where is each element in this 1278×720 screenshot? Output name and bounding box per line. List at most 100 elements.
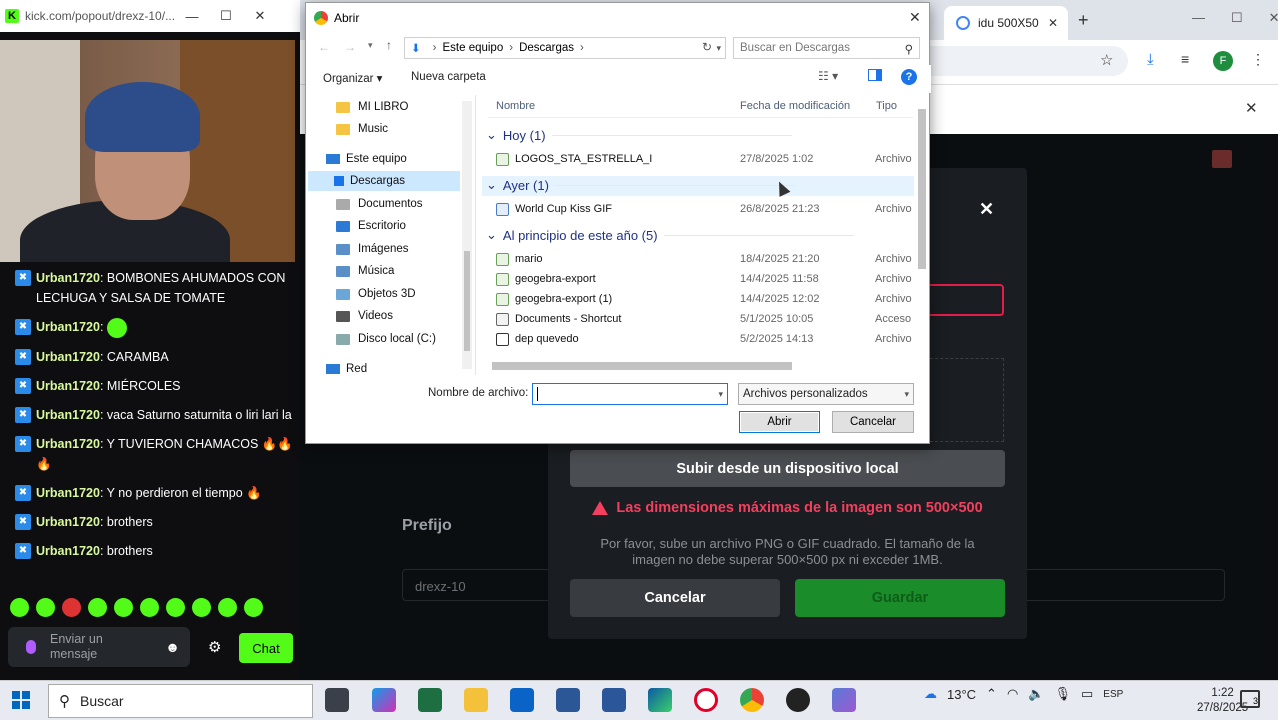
column-type[interactable]: Tipo (876, 100, 897, 112)
maximize-button[interactable]: ☐ (209, 8, 243, 24)
nav-item[interactable]: Music (336, 119, 388, 139)
media-controls-icon[interactable]: ≡ (1181, 51, 1189, 67)
chat-username[interactable]: Urban1720 (36, 408, 100, 422)
file-row[interactable]: mario 18/4/2025 21:20 Archivo (496, 249, 916, 269)
emote-icon[interactable] (10, 598, 29, 617)
outlook-icon[interactable] (510, 688, 534, 712)
open-button[interactable]: Abrir (739, 411, 820, 433)
nav-item[interactable]: Este equipo (326, 149, 407, 169)
file-horizontal-scrollbar[interactable] (482, 359, 914, 373)
browser-tab[interactable]: idu 500X50 ✕ (944, 6, 1068, 40)
recent-locations-icon[interactable]: ▾ (368, 40, 373, 51)
file-row[interactable]: geogebra-export 14/4/2025 11:58 Archivo (496, 269, 916, 289)
store-icon[interactable] (556, 688, 580, 712)
file-vertical-scrollbar[interactable] (915, 95, 929, 357)
file-explorer-icon[interactable] (464, 688, 488, 712)
refresh-icon[interactable]: ↻ (702, 40, 712, 54)
obs-icon[interactable] (786, 688, 810, 712)
emote-icon[interactable] (36, 598, 55, 617)
close-icon[interactable]: ✕ (1245, 99, 1258, 117)
chat-username[interactable]: Urban1720 (36, 515, 100, 529)
weather-icon[interactable]: ☁ (924, 686, 937, 702)
emote-icon[interactable] (218, 598, 237, 617)
chat-username[interactable]: Urban1720 (36, 486, 100, 500)
file-row[interactable]: geogebra-export (1) 14/4/2025 12:02 Archiv… (496, 289, 916, 309)
task-view-icon[interactable] (325, 688, 349, 712)
close-button[interactable]: ✕ (1269, 10, 1278, 26)
up-folder-icon[interactable]: ↑ (386, 38, 392, 52)
profile-avatar[interactable]: F (1213, 51, 1233, 71)
address-bar[interactable] (930, 46, 1128, 76)
wifi-icon[interactable]: ◠ (1007, 686, 1018, 702)
chat-username[interactable]: Urban1720 (36, 271, 100, 285)
temperature[interactable]: 13°C (947, 687, 976, 702)
organize-menu[interactable]: Organizar ▾ (323, 71, 382, 85)
new-tab-button[interactable]: + (1078, 10, 1089, 31)
cancel-button[interactable]: Cancelar (570, 579, 780, 617)
save-button[interactable]: Guardar (795, 579, 1005, 617)
notification-center-icon[interactable]: 3 (1240, 690, 1260, 708)
emote-icon[interactable] (192, 598, 211, 617)
breadcrumb-item[interactable]: Este equipo (442, 42, 503, 54)
chrome-icon[interactable] (740, 688, 764, 712)
chat-username[interactable]: Urban1720 (36, 320, 100, 334)
column-date[interactable]: Fecha de modificación (740, 100, 850, 112)
file-row[interactable]: Documents - Shortcut 5/1/2025 10:05 Acceso (496, 309, 916, 329)
nav-item[interactable]: Documentos (336, 194, 423, 214)
chat-username[interactable]: Urban1720 (36, 350, 100, 364)
excel-icon[interactable] (418, 688, 442, 712)
taskbar-search[interactable]: ⚲ Buscar (48, 684, 313, 718)
new-folder-button[interactable]: Nueva carpeta (411, 71, 486, 83)
gear-icon[interactable]: ⚙ (208, 638, 221, 656)
bookmark-star-icon[interactable]: ☆ (1100, 51, 1113, 69)
forward-icon[interactable]: → (344, 40, 356, 54)
chat-username[interactable]: Urban1720 (36, 544, 100, 558)
more-menu-icon[interactable]: ⋮ (1251, 51, 1265, 68)
file-row[interactable]: World Cup Kiss GIF 26/8/2025 21:23 Archivo (496, 199, 916, 219)
view-options-icon[interactable]: ☷ ▾ (818, 69, 838, 83)
volume-icon[interactable]: 🔈 (1028, 686, 1044, 702)
group-header[interactable]: ⌄ Ayer (1) (486, 177, 795, 193)
close-button[interactable]: ✕ (243, 8, 277, 24)
word-icon[interactable] (602, 688, 626, 712)
chat-send-button[interactable]: Chat (239, 633, 293, 663)
copilot-icon[interactable] (372, 688, 396, 712)
mic-icon[interactable] (26, 640, 36, 654)
close-icon[interactable]: ✕ (979, 199, 994, 220)
chevron-up-icon[interactable]: ⌃ (986, 686, 997, 702)
minimize-button[interactable]: — (175, 9, 209, 24)
emote-icon[interactable] (166, 598, 185, 617)
battery-icon[interactable]: ▭ (1081, 686, 1093, 702)
chevron-down-icon[interactable]: ▾ (718, 389, 723, 400)
nav-item-selected[interactable]: Descargas (308, 171, 460, 191)
edge-icon[interactable] (648, 688, 672, 712)
file-row[interactable]: LOGOS_STA_ESTRELLA_I 27/8/2025 1:02 Archiv… (496, 149, 916, 169)
emoji-icon[interactable]: ☻ (165, 639, 180, 655)
chevron-down-icon[interactable]: ▾ (716, 43, 721, 54)
maximize-button[interactable]: ☐ (1231, 10, 1243, 26)
download-icon[interactable]: ⤓ (1147, 51, 1154, 68)
column-name[interactable]: Nombre (496, 100, 535, 112)
windows-start-icon[interactable] (12, 691, 30, 709)
chat-input[interactable]: Enviar un mensaje ☻ (8, 627, 190, 667)
emote-icon[interactable] (62, 598, 81, 617)
nav-item[interactable]: Música (336, 261, 394, 281)
nav-item[interactable]: Objetos 3D (336, 284, 416, 304)
nav-scrollbar[interactable] (462, 101, 472, 369)
language-indicator[interactable]: ESP (1103, 689, 1123, 700)
nav-item[interactable]: Red (326, 359, 367, 379)
search-input[interactable]: Buscar en Descargas ⚲ (733, 37, 920, 59)
image-dropzone[interactable] (930, 358, 1004, 442)
emote-icon[interactable] (244, 598, 263, 617)
opera-icon[interactable] (694, 688, 718, 712)
upload-local-button[interactable]: Subir desde un dispositivo local (570, 450, 1005, 487)
emote-icon[interactable] (140, 598, 159, 617)
close-icon[interactable]: ✕ (909, 9, 921, 26)
group-header[interactable]: ⌄ Al principio de este año (5) (486, 227, 854, 243)
emote-icon[interactable] (114, 598, 133, 617)
mic-icon[interactable]: 🎙 (1054, 686, 1071, 702)
chat-username[interactable]: Urban1720 (36, 379, 100, 393)
photos-icon[interactable] (832, 688, 856, 712)
help-icon[interactable]: ? (901, 69, 917, 85)
back-icon[interactable]: ← (318, 40, 330, 54)
